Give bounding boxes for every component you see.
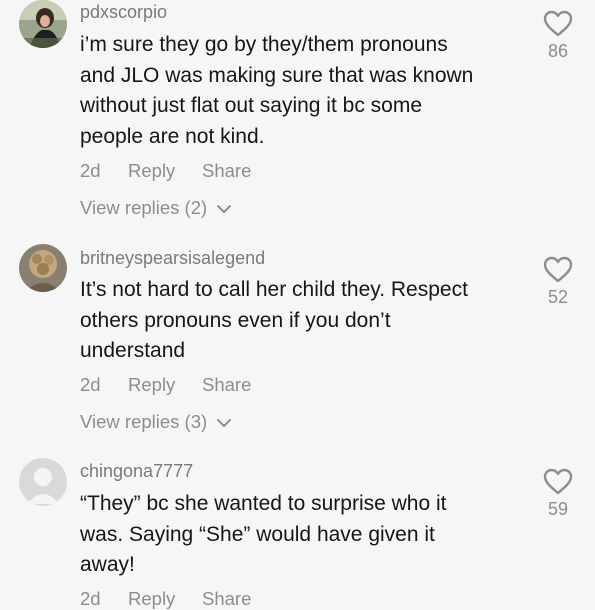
comment-text-line: “They” bc she wanted to surprise who it	[80, 492, 447, 515]
share-button[interactable]: Share	[202, 160, 251, 182]
user-photo-avatar-icon	[19, 0, 67, 48]
comment-text-line: people are not kind.	[80, 124, 265, 148]
comment-text-line: understand	[80, 339, 186, 362]
comment-username[interactable]: chingona7777	[80, 461, 193, 482]
heart-icon	[543, 256, 573, 283]
comment-time: 2d	[80, 374, 101, 395]
avatar[interactable]	[19, 244, 67, 292]
comment-text: “They” bc she wanted to surprise who it …	[80, 489, 530, 581]
comment-text-line: others pronouns even if you don’t	[80, 308, 391, 332]
like-button[interactable]: 52	[540, 256, 576, 308]
reply-button[interactable]: Reply	[128, 160, 202, 182]
comment-actions: 2d Reply Share	[80, 160, 251, 182]
comment-text-line: was. Saying “She” would have given it	[80, 522, 435, 546]
comment-text-line: without just flat out saying it bc some	[80, 94, 422, 117]
view-replies-label: View replies (2)	[80, 197, 208, 218]
comment-actions: 2d Reply Share	[80, 588, 251, 610]
avatar[interactable]	[19, 0, 67, 48]
like-button[interactable]: 59	[540, 468, 576, 520]
comment-text-line: away!	[80, 553, 135, 576]
like-count: 86	[547, 41, 569, 61]
comment-text-line: i’m sure they go by they/them pronouns	[80, 33, 448, 56]
view-replies-button[interactable]: View replies (2)	[80, 197, 232, 219]
avatar[interactable]	[19, 458, 67, 506]
share-button[interactable]: Share	[202, 588, 251, 610]
like-count: 52	[547, 287, 569, 307]
default-user-avatar-icon	[19, 458, 67, 506]
user-photo-avatar-icon	[19, 244, 67, 292]
comment-text-line: and JLO was making sure that was known	[80, 63, 474, 87]
chevron-down-icon	[217, 205, 232, 214]
comment-username[interactable]: britneyspearsisalegend	[80, 248, 265, 269]
share-button[interactable]: Share	[202, 374, 251, 396]
reply-button[interactable]: Reply	[128, 374, 202, 396]
chevron-down-icon	[217, 419, 232, 428]
like-button[interactable]: 86	[540, 10, 576, 62]
comment-username[interactable]: pdxscorpio	[80, 2, 167, 23]
comment-text-line: It’s not hard to call her child they. Re…	[80, 278, 468, 301]
view-replies-label: View replies (3)	[80, 411, 208, 432]
comment-actions: 2d Reply Share	[80, 374, 251, 396]
comment-text: It’s not hard to call her child they. Re…	[80, 275, 530, 367]
comment-time: 2d	[80, 588, 101, 609]
heart-icon	[543, 10, 573, 37]
comment-time: 2d	[80, 160, 101, 181]
view-replies-button[interactable]: View replies (3)	[80, 411, 232, 433]
reply-button[interactable]: Reply	[128, 588, 202, 610]
comment-text: i’m sure they go by they/them pronouns a…	[80, 30, 530, 152]
like-count: 59	[547, 499, 569, 519]
heart-icon	[543, 468, 573, 495]
